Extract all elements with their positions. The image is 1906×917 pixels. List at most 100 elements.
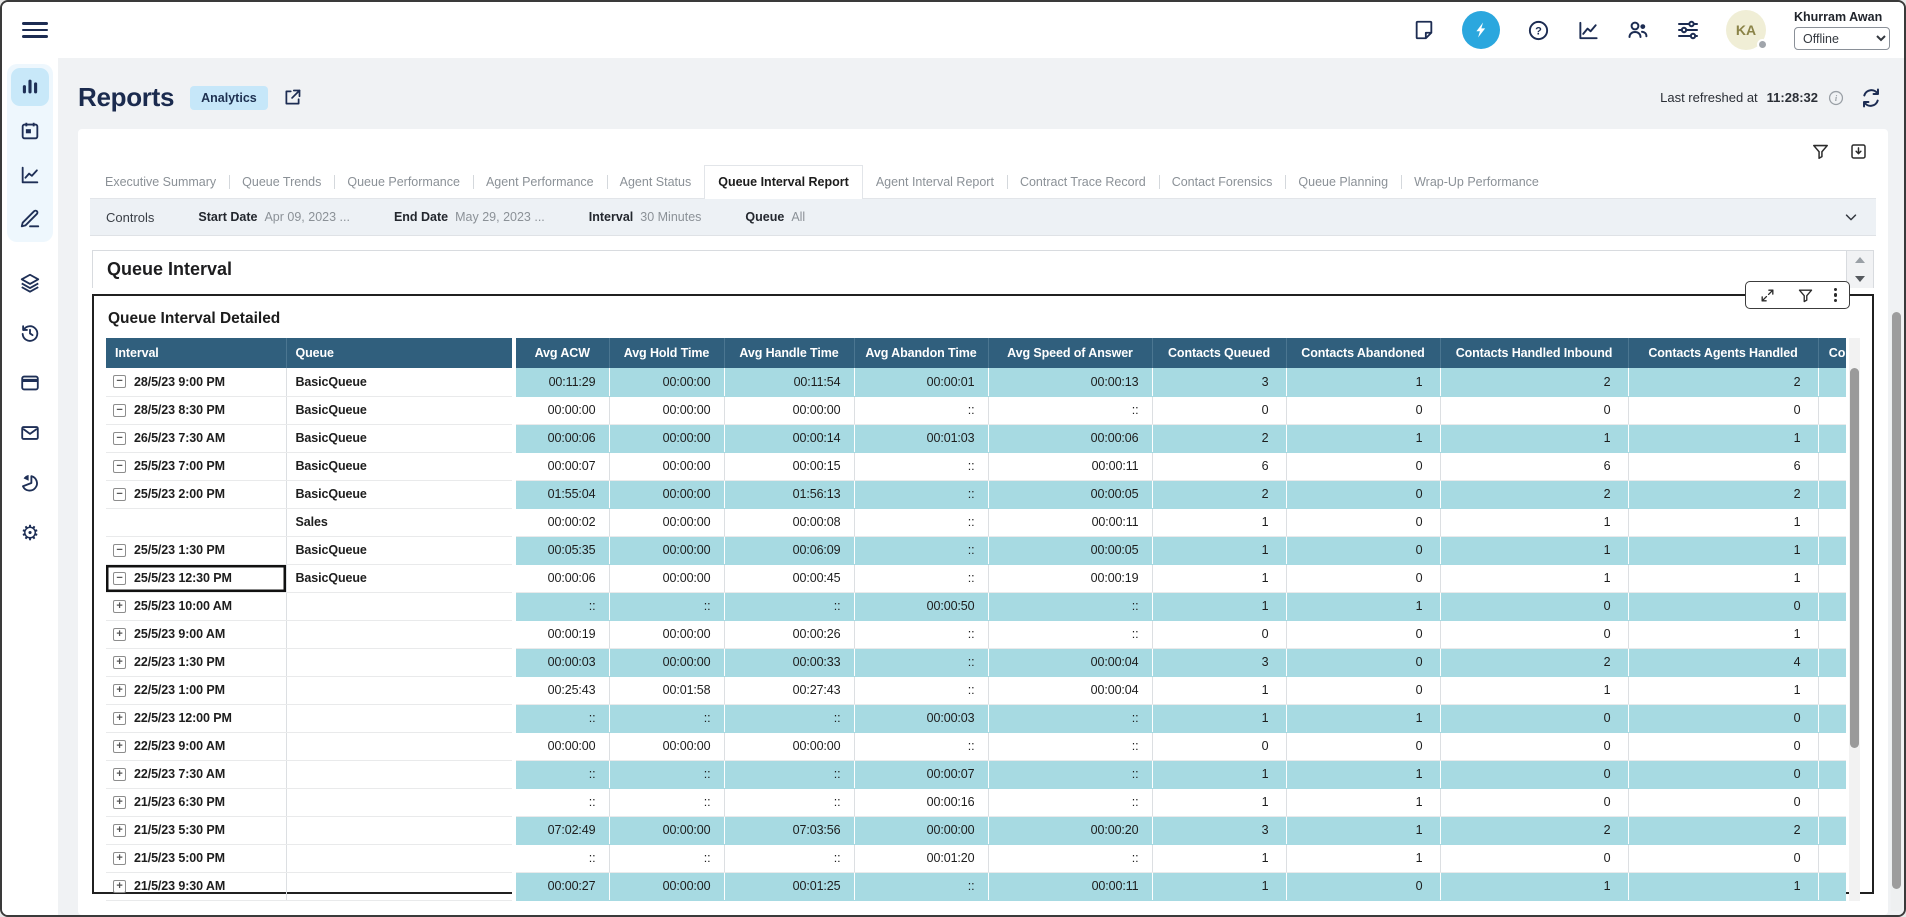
menu-icon[interactable]	[22, 18, 48, 43]
interval-cell[interactable]: −25/5/23 2:00 PM	[106, 480, 286, 508]
notes-icon[interactable]	[1412, 18, 1436, 42]
external-link-icon[interactable]	[282, 87, 303, 108]
tab-agent-interval-report[interactable]: Agent Interval Report	[863, 166, 1007, 199]
interval-cell[interactable]: −26/5/23 7:30 AM	[106, 424, 286, 452]
collapse-row-icon[interactable]: −	[113, 404, 126, 417]
value-cell: 1	[1628, 536, 1818, 564]
value-cell: 00:00:00	[724, 396, 854, 424]
control-start-date[interactable]: Start DateApr 09, 2023 ...	[198, 210, 350, 224]
control-queue[interactable]: QueueAll	[745, 210, 805, 224]
column-header-avg-hold-time[interactable]: Avg Hold Time	[609, 338, 724, 368]
interval-cell[interactable]: +21/5/23 5:30 PM	[106, 816, 286, 844]
analytics-icon[interactable]	[1576, 18, 1600, 42]
expand-row-icon[interactable]: +	[113, 740, 126, 753]
expand-icon[interactable]	[1756, 283, 1780, 307]
expand-row-icon[interactable]: +	[113, 880, 126, 893]
tab-contact-forensics[interactable]: Contact Forensics	[1159, 166, 1286, 199]
tab-queue-planning[interactable]: Queue Planning	[1285, 166, 1401, 199]
expand-row-icon[interactable]: +	[113, 712, 126, 725]
interval-cell[interactable]: +21/5/23 9:30 AM	[106, 872, 286, 900]
collapse-row-icon[interactable]: −	[113, 432, 126, 445]
collapse-row-icon[interactable]: −	[113, 572, 126, 585]
column-header-avg-acw[interactable]: Avg ACW	[514, 338, 609, 368]
more-options-icon[interactable]	[1832, 286, 1839, 305]
collapse-row-icon[interactable]: −	[113, 375, 126, 388]
sidebar-item-calendar[interactable]	[11, 112, 49, 150]
interval-cell[interactable]: −25/5/23 7:00 PM	[106, 452, 286, 480]
sidebar-item-settings[interactable]: ⚙	[11, 514, 49, 552]
sidebar-item-design[interactable]	[11, 200, 49, 238]
expand-row-icon[interactable]: +	[113, 824, 126, 837]
interval-cell[interactable]: +22/5/23 1:30 PM	[106, 648, 286, 676]
interval-cell[interactable]	[106, 508, 286, 536]
collapse-row-icon[interactable]: −	[113, 488, 126, 501]
status-select[interactable]: Offline	[1794, 27, 1890, 50]
interval-cell[interactable]: −28/5/23 9:00 PM	[106, 368, 286, 396]
tab-queue-interval-report[interactable]: Queue Interval Report	[704, 165, 863, 199]
column-header-contacts-queued[interactable]: Contacts Queued	[1152, 338, 1286, 368]
column-header-queue[interactable]: Queue	[286, 338, 514, 368]
scroll-down-button[interactable]	[1847, 270, 1873, 289]
table-scrollbar[interactable]	[1849, 338, 1860, 901]
expand-row-icon[interactable]: +	[113, 768, 126, 781]
chevron-down-icon[interactable]	[1842, 208, 1860, 226]
column-header-avg-abandon-time[interactable]: Avg Abandon Time	[854, 338, 988, 368]
expand-row-icon[interactable]: +	[113, 796, 126, 809]
interval-cell[interactable]: +25/5/23 9:00 AM	[106, 620, 286, 648]
value-cell: 00:00:00	[724, 732, 854, 760]
expand-row-icon[interactable]: +	[113, 600, 126, 613]
tab-agent-performance[interactable]: Agent Performance	[473, 166, 607, 199]
info-icon[interactable]: i	[1827, 89, 1845, 107]
column-header-co[interactable]: Co	[1818, 338, 1846, 368]
tab-agent-status[interactable]: Agent Status	[607, 166, 705, 199]
scroll-up-button[interactable]	[1847, 251, 1873, 270]
interval-cell[interactable]: +22/5/23 9:00 AM	[106, 732, 286, 760]
interval-cell[interactable]: +25/5/23 10:00 AM	[106, 592, 286, 620]
expand-row-icon[interactable]: +	[113, 628, 126, 641]
avatar[interactable]: KA	[1726, 10, 1766, 50]
expand-row-icon[interactable]: +	[113, 656, 126, 669]
column-header-avg-speed-of-answer[interactable]: Avg Speed of Answer	[988, 338, 1152, 368]
interval-cell[interactable]: −25/5/23 1:30 PM	[106, 536, 286, 564]
tab-wrap-up-performance[interactable]: Wrap-Up Performance	[1401, 166, 1552, 199]
value-cell: 0	[1286, 872, 1440, 900]
column-header-contacts-abandoned[interactable]: Contacts Abandoned	[1286, 338, 1440, 368]
control-interval[interactable]: Interval30 Minutes	[589, 210, 702, 224]
interval-cell[interactable]: +21/5/23 6:30 PM	[106, 788, 286, 816]
tab-queue-trends[interactable]: Queue Trends	[229, 166, 334, 199]
sidebar-item-reports[interactable]	[11, 68, 49, 106]
download-icon[interactable]	[1848, 141, 1868, 161]
collapse-row-icon[interactable]: −	[113, 460, 126, 473]
help-icon[interactable]: ?	[1526, 18, 1550, 42]
settings-sliders-icon[interactable]	[1676, 18, 1700, 42]
control-end-date[interactable]: End DateMay 29, 2023 ...	[394, 210, 545, 224]
interval-cell[interactable]: +22/5/23 1:00 PM	[106, 676, 286, 704]
column-header-contacts-handled-inbound[interactable]: Contacts Handled Inbound	[1440, 338, 1628, 368]
interval-cell[interactable]: −28/5/23 8:30 PM	[106, 396, 286, 424]
interval-cell[interactable]: +22/5/23 12:00 PM	[106, 704, 286, 732]
refresh-icon[interactable]	[1860, 87, 1882, 109]
quick-actions-button[interactable]	[1462, 11, 1500, 49]
sidebar-item-mail[interactable]	[11, 414, 49, 452]
sidebar-item-pie[interactable]	[11, 464, 49, 502]
page-scrollbar[interactable]	[1891, 310, 1902, 911]
column-header-avg-handle-time[interactable]: Avg Handle Time	[724, 338, 854, 368]
interval-cell-selected[interactable]: −25/5/23 12:30 PM	[106, 564, 286, 592]
column-header-contacts-agents-handled[interactable]: Contacts Agents Handled	[1628, 338, 1818, 368]
filter-visual-icon[interactable]	[1794, 283, 1818, 307]
users-icon[interactable]	[1626, 18, 1650, 42]
sidebar-item-layers[interactable]	[11, 264, 49, 302]
expand-row-icon[interactable]: +	[113, 852, 126, 865]
tab-queue-performance[interactable]: Queue Performance	[334, 166, 473, 199]
interval-cell[interactable]: +22/5/23 7:30 AM	[106, 760, 286, 788]
tab-contract-trace-record[interactable]: Contract Trace Record	[1007, 166, 1159, 199]
tab-executive-summary[interactable]: Executive Summary	[92, 166, 229, 199]
collapse-row-icon[interactable]: −	[113, 544, 126, 557]
interval-cell[interactable]: +21/5/23 5:00 PM	[106, 844, 286, 872]
sidebar-item-history[interactable]	[11, 314, 49, 352]
sidebar-item-trends[interactable]	[11, 156, 49, 194]
filter-icon[interactable]	[1810, 141, 1830, 161]
sidebar-item-window[interactable]	[11, 364, 49, 402]
expand-row-icon[interactable]: +	[113, 684, 126, 697]
column-header-interval[interactable]: Interval	[106, 338, 286, 368]
